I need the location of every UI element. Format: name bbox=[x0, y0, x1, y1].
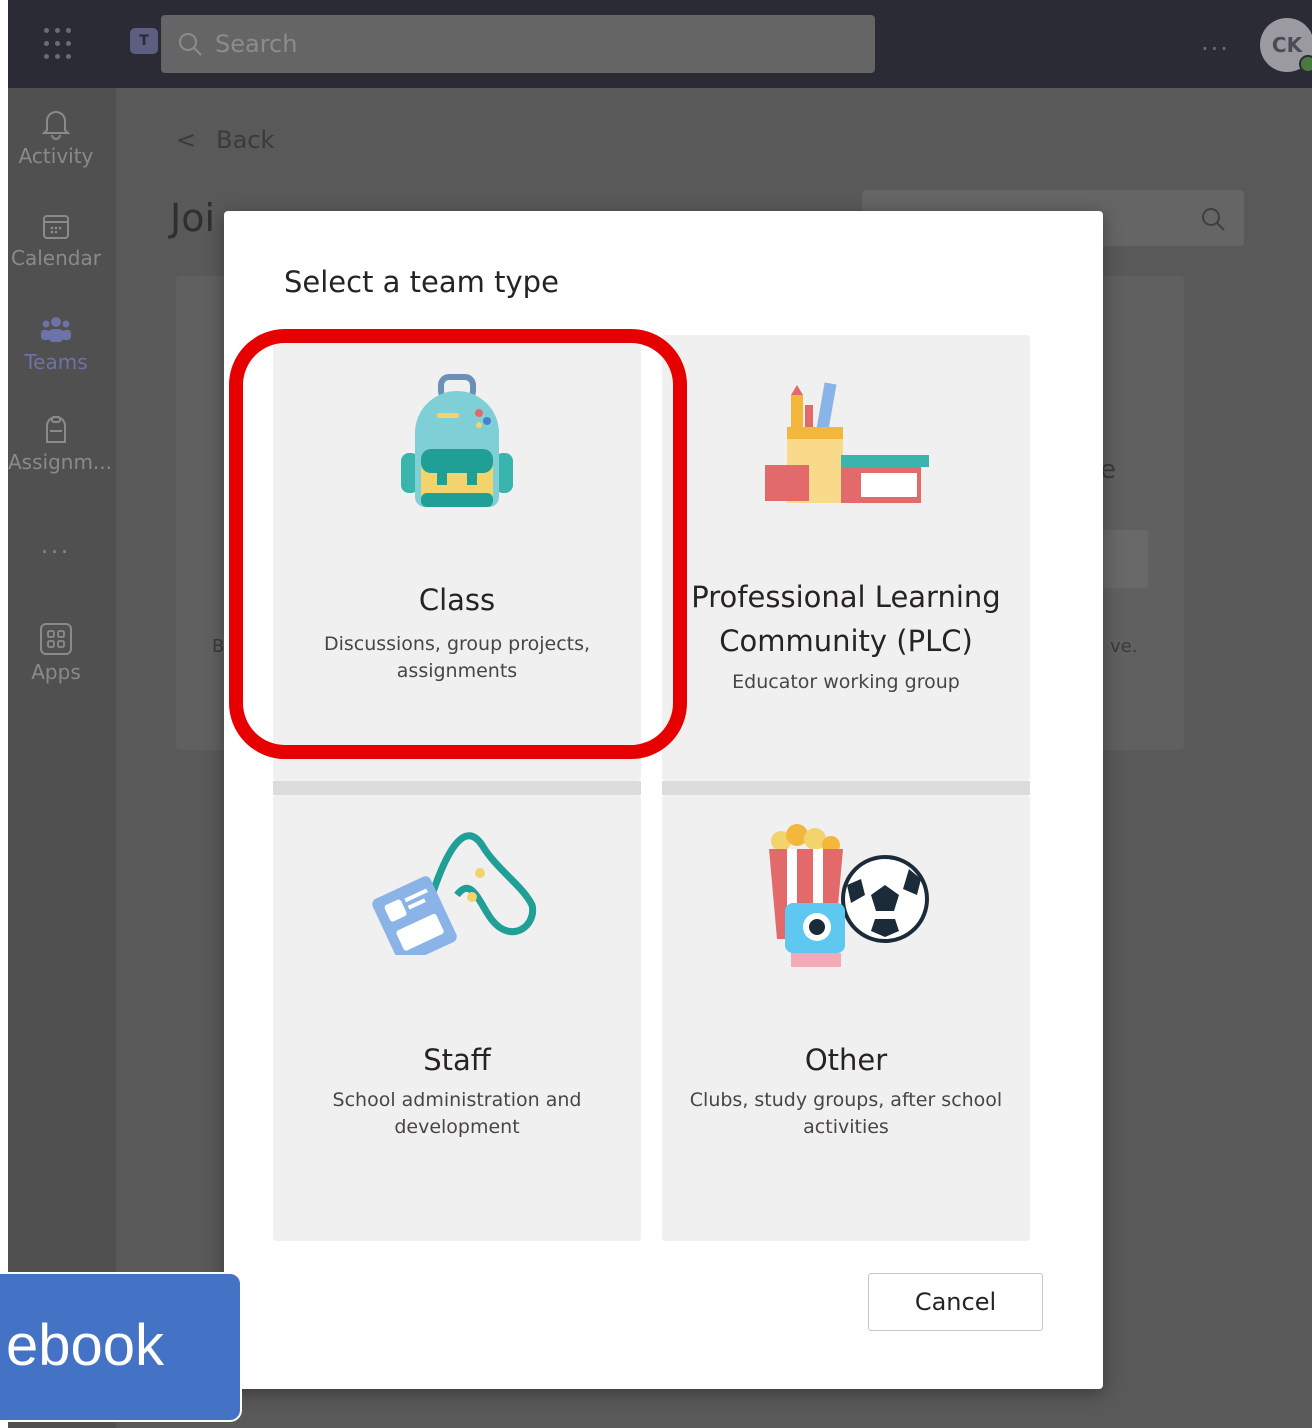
rail-item-label: Calendar bbox=[11, 246, 101, 270]
rail-item-label: Apps bbox=[31, 660, 81, 684]
calendar-icon bbox=[43, 215, 69, 239]
search-bar[interactable] bbox=[161, 15, 875, 73]
left-edge-strip bbox=[0, 0, 8, 1428]
tile-divider bbox=[273, 781, 641, 795]
tile-class[interactable]: Class Discussions, group projects, assig… bbox=[273, 335, 641, 781]
app-launcher-icon[interactable] bbox=[44, 28, 78, 62]
tile-name: Staff bbox=[423, 1043, 491, 1077]
tile-plc[interactable]: Professional Learning Community (PLC) Ed… bbox=[662, 335, 1030, 781]
tile-description: School administration and development bbox=[332, 1089, 582, 1138]
rail-more-icon[interactable]: ... bbox=[8, 534, 104, 559]
teams-logo-icon: T bbox=[130, 28, 158, 54]
background-text-fragment: B bbox=[212, 636, 225, 657]
rail-item-label: Assignm... bbox=[8, 450, 113, 474]
page-title: Joi bbox=[170, 196, 216, 240]
callout-text: ebook bbox=[5, 1313, 164, 1378]
tile-divider bbox=[662, 781, 1030, 795]
search-input[interactable] bbox=[215, 30, 815, 58]
back-label: Back bbox=[216, 126, 275, 154]
tile-description: Clubs, study groups, after school activi… bbox=[689, 1089, 1003, 1138]
app-rail: Activity Calendar Teams Assignm... ... A… bbox=[8, 88, 116, 1428]
rail-item-activity[interactable]: Activity bbox=[8, 108, 104, 168]
tile-name: Professional Learning Community (PLC) bbox=[691, 580, 1001, 658]
rail-item-label: Activity bbox=[18, 144, 94, 168]
assignments-icon bbox=[46, 416, 66, 443]
id-badge-lanyard-icon bbox=[372, 832, 537, 955]
top-bar: T ... CK bbox=[8, 0, 1312, 88]
callout-box: ebook bbox=[0, 1272, 242, 1422]
more-options-icon[interactable]: ... bbox=[1201, 28, 1230, 56]
bell-icon bbox=[41, 111, 71, 140]
tile-name: Class bbox=[418, 583, 496, 617]
back-link[interactable]: < Back bbox=[176, 126, 274, 154]
chevron-left-icon: < bbox=[176, 126, 197, 154]
tile-name: Other bbox=[804, 1043, 888, 1077]
rail-item-apps[interactable]: Apps bbox=[8, 622, 104, 684]
tile-description: Educator working group bbox=[732, 671, 960, 693]
pencil-cup-books-icon bbox=[765, 382, 929, 503]
search-icon bbox=[1202, 208, 1225, 231]
rail-item-label: Teams bbox=[24, 350, 88, 374]
dialog-title: Select a team type bbox=[284, 265, 559, 299]
teams-icon bbox=[41, 317, 71, 342]
cancel-button[interactable]: Cancel bbox=[868, 1273, 1043, 1331]
backpack-icon bbox=[401, 374, 513, 507]
tile-staff[interactable]: Staff School administration and developm… bbox=[273, 795, 641, 1241]
apps-icon bbox=[40, 623, 72, 655]
team-type-dialog: Select a team type Class Discussions, gr… bbox=[224, 211, 1103, 1389]
search-icon bbox=[179, 33, 202, 56]
rail-item-teams[interactable]: Teams bbox=[8, 314, 104, 374]
rail-item-assignments[interactable]: Assignm... bbox=[8, 414, 112, 474]
rail-item-calendar[interactable]: Calendar bbox=[8, 212, 104, 270]
tile-other[interactable]: Other Clubs, study groups, after school … bbox=[662, 795, 1030, 1241]
background-text-fragment: ve. bbox=[1110, 636, 1138, 657]
tile-description: Discussions, group projects, assignments bbox=[323, 633, 591, 682]
popcorn-camera-ball-icon bbox=[769, 824, 929, 967]
presence-status-icon bbox=[1299, 55, 1312, 73]
